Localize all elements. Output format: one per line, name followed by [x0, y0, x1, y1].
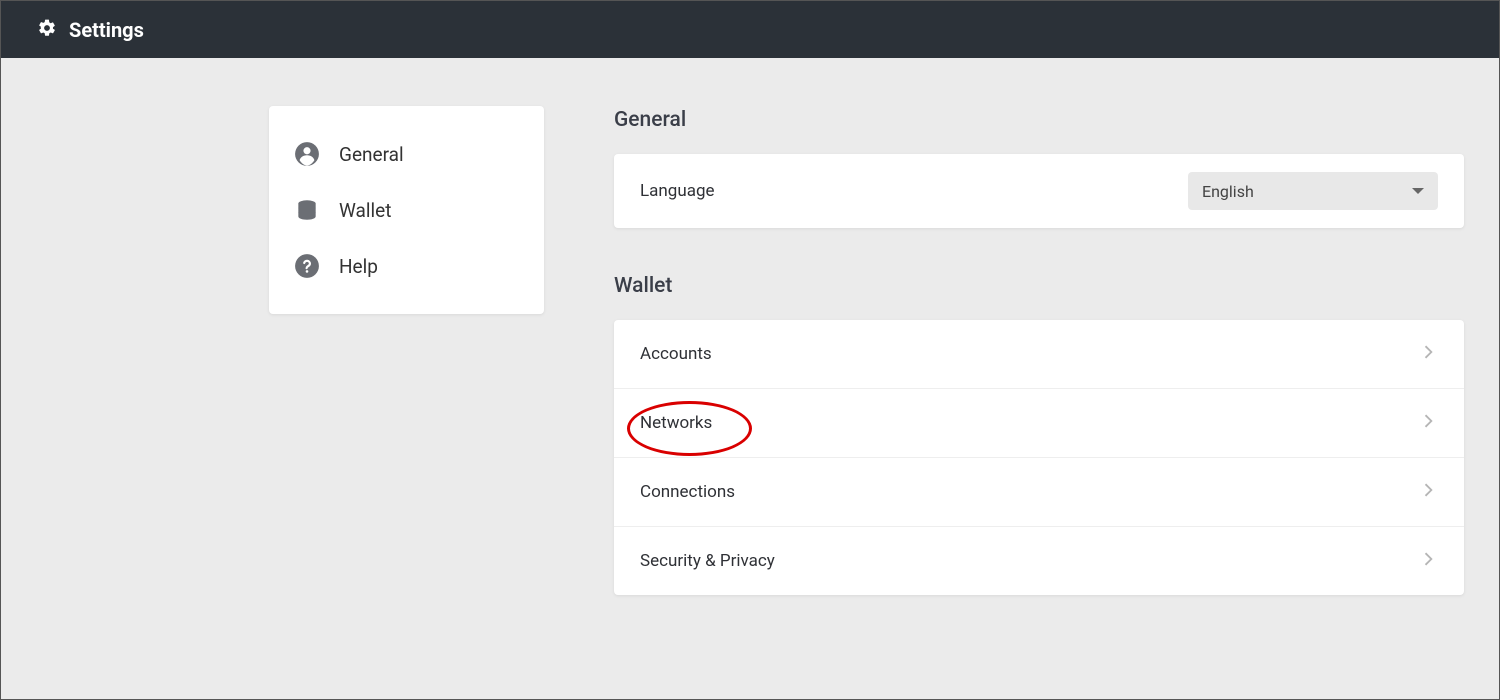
- person-icon: [293, 140, 321, 168]
- caret-down-icon: [1412, 188, 1424, 194]
- sidebar-item-label: General: [339, 143, 404, 166]
- wallet-row-accounts[interactable]: Accounts: [614, 320, 1464, 389]
- wallet-row-connections[interactable]: Connections: [614, 458, 1464, 527]
- wallet-row-networks[interactable]: Networks: [614, 389, 1464, 458]
- sidebar: General Wallet Help: [269, 106, 544, 314]
- app-header: Settings: [1, 1, 1499, 58]
- language-value: English: [1202, 182, 1254, 201]
- language-dropdown[interactable]: English: [1188, 172, 1438, 210]
- main-container: General Wallet Help General Language Eng…: [1, 58, 1499, 595]
- chevron-right-icon: [1418, 549, 1438, 573]
- row-label: Networks: [640, 413, 712, 433]
- section-title-wallet: Wallet: [614, 274, 1464, 298]
- chevron-right-icon: [1418, 411, 1438, 435]
- sidebar-item-label: Help: [339, 255, 378, 278]
- sidebar-item-general[interactable]: General: [269, 126, 544, 182]
- sidebar-item-help[interactable]: Help: [269, 238, 544, 294]
- sidebar-item-wallet[interactable]: Wallet: [269, 182, 544, 238]
- stack-icon: [293, 196, 321, 224]
- row-label: Security & Privacy: [640, 551, 775, 571]
- sidebar-item-label: Wallet: [339, 199, 391, 222]
- chevron-right-icon: [1418, 480, 1438, 504]
- general-panel: Language English: [614, 154, 1464, 228]
- row-label: Connections: [640, 482, 735, 502]
- chevron-right-icon: [1418, 342, 1438, 366]
- page-title: Settings: [69, 18, 144, 42]
- wallet-panel: Accounts Networks Connections Security &…: [614, 320, 1464, 595]
- row-label: Accounts: [640, 344, 712, 364]
- help-icon: [293, 252, 321, 280]
- content-area: General Language English Wallet Accounts…: [614, 106, 1464, 595]
- wallet-row-security[interactable]: Security & Privacy: [614, 527, 1464, 595]
- section-title-general: General: [614, 108, 1464, 132]
- gear-icon: [37, 18, 57, 42]
- language-row: Language English: [614, 154, 1464, 228]
- language-label: Language: [640, 181, 715, 201]
